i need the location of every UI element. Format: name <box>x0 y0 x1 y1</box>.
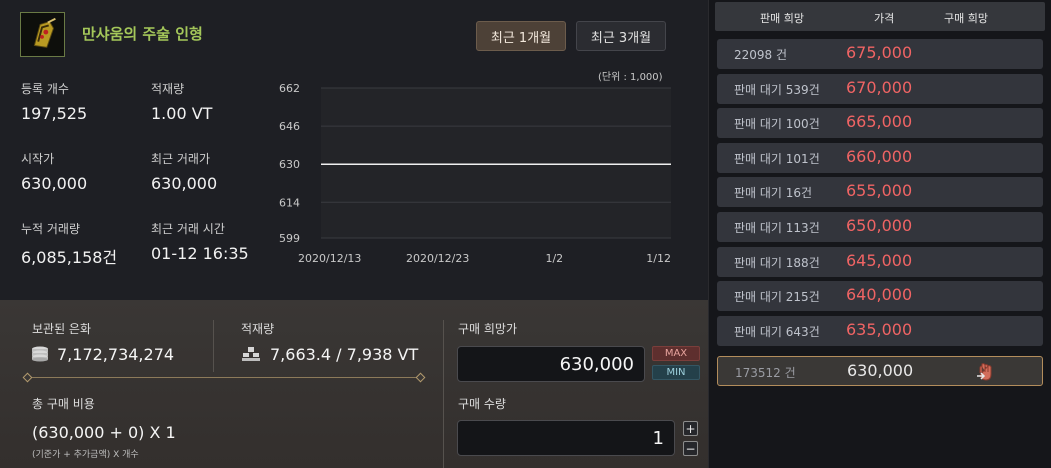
order-book-quantity: 22098 건 <box>734 48 788 62</box>
order-book-quantity: 판매 대기 16건 <box>734 186 813 201</box>
order-book-quantity: 판매 대기 113건 <box>734 221 820 235</box>
registered-count-stat: 등록 개수 197,525 <box>21 80 87 123</box>
divider <box>443 320 444 468</box>
recent-trade-price-label: 최근 거래가 <box>151 152 211 166</box>
coin-stack-icon <box>31 346 49 362</box>
order-book-row[interactable]: 판매 대기 16건 655,000 <box>717 177 1043 208</box>
recent-trade-price-stat: 최근 거래가 630,000 <box>151 150 217 193</box>
chart-y-tick-label: 646 <box>279 120 300 133</box>
registered-count-value: 197,525 <box>21 104 88 123</box>
weight-value: 1.00 VT <box>151 104 213 123</box>
sell-wish-header: 판매 희망 <box>760 12 804 25</box>
order-book-price: 665,000 <box>846 112 913 132</box>
order-book-row[interactable]: 판매 대기 188건 645,000 <box>717 246 1043 277</box>
silver-label: 보관된 은화 <box>32 322 92 336</box>
price-header: 가격 <box>874 12 895 25</box>
period-1-month-button[interactable]: 최근 1개월 <box>476 21 566 51</box>
order-book-row[interactable]: 판매 대기 215건 640,000 <box>717 281 1043 312</box>
quantity-increase-button[interactable]: + <box>683 421 698 436</box>
total-cost-value: (630,000 + 0) X 1 <box>32 423 176 442</box>
order-book-row[interactable]: 22098 건 675,000 <box>717 39 1043 69</box>
order-book-panel: 판매 희망 가격 구매 희망 22098 건 675,000 판매 대기 539건 6… <box>708 0 1051 468</box>
order-book-price: 630,000 <box>847 361 914 380</box>
recent-trade-time-stat: 최근 거래 시간 01-12 16:35 <box>151 220 249 263</box>
order-book-quantity: 판매 대기 643건 <box>734 324 820 339</box>
chart-y-tick-label: 630 <box>279 158 300 171</box>
registered-count-label: 등록 개수 <box>21 82 69 96</box>
order-book-quantity: 판매 대기 215건 <box>734 290 820 305</box>
order-book-price: 650,000 <box>846 216 913 235</box>
buy-wish-header: 구매 희망 <box>944 12 988 25</box>
diamond-ornament <box>415 372 426 383</box>
order-book-price: 660,000 <box>846 146 913 166</box>
order-book-price: 670,000 <box>846 77 913 97</box>
total-cost-formula-note: (기준가 + 추가금액) X 개수 <box>32 450 139 460</box>
start-price-value: 630,000 <box>21 174 88 193</box>
order-book-row[interactable]: 판매 대기 101건 660,000 <box>717 142 1043 173</box>
weight-stat: 적재량 1.00 VT <box>151 80 212 123</box>
chart-x-tick-label: 1/12 <box>646 252 671 265</box>
quantity-input[interactable]: 1 <box>457 420 675 456</box>
desired-price-input[interactable]: 630,000 <box>457 346 645 382</box>
order-book-price: 675,000 <box>846 43 913 62</box>
start-price-stat: 시작가 630,000 <box>21 150 87 193</box>
chart-x-tick-label: 2020/12/13 <box>298 252 361 265</box>
order-book-quantity: 판매 대기 101건 <box>734 151 820 166</box>
inventory-weight-value: 7,663.4 / 7,938 VT <box>270 345 419 364</box>
divider <box>213 320 214 372</box>
period-3-month-button[interactable]: 최근 3개월 <box>576 21 666 51</box>
total-volume-value: 6,085,158건 <box>21 248 118 267</box>
order-book-price: 640,000 <box>846 285 913 305</box>
price-info-panel: 만샤움의 주술 인형 최근 1개월 최근 3개월 등록 개수 197,525 적… <box>0 0 708 300</box>
price-chart: 662 646 630 614 599 2020/12/13 2020/12/23 1/2 1/… <box>279 82 671 265</box>
total-volume-stat: 누적 거래량 6,085,158건 <box>21 220 117 268</box>
quantity-label: 구매 수량 <box>458 397 506 411</box>
buy-hand-icon[interactable] <box>975 361 997 383</box>
chart-x-tick-label: 1/2 <box>545 252 563 265</box>
order-book-price: 635,000 <box>846 319 913 339</box>
order-book-quantity: 판매 대기 100건 <box>734 117 820 132</box>
chart-x-tick-label: 2020/12/23 <box>406 252 469 265</box>
order-book-row[interactable]: 판매 대기 100건 665,000 <box>717 108 1043 139</box>
chart-y-tick-label: 599 <box>279 232 300 245</box>
order-book-quantity: 판매 대기 188건 <box>734 255 820 270</box>
recent-trade-time-value: 01-12 16:35 <box>151 244 249 263</box>
quantity-decrease-button[interactable]: − <box>683 441 698 456</box>
silver-value: 7,172,734,274 <box>57 345 175 364</box>
total-volume-label: 누적 거래량 <box>21 222 81 236</box>
start-price-label: 시작가 <box>21 152 55 166</box>
order-book-header: 판매 희망 가격 구매 희망 <box>715 2 1045 31</box>
recent-trade-time-label: 최근 거래 시간 <box>151 222 225 236</box>
inventory-weight-label: 적재량 <box>241 322 275 336</box>
weight-label: 적재량 <box>151 82 185 96</box>
order-book-price: 645,000 <box>846 250 913 270</box>
order-book-quantity: 판매 대기 539건 <box>734 82 820 97</box>
chart-y-tick-label: 614 <box>279 196 300 209</box>
max-price-button[interactable]: MAX <box>652 346 700 361</box>
order-book-row-current[interactable]: 173512 건 630,000 <box>717 356 1043 386</box>
order-book-row[interactable]: 판매 대기 643건 635,000 <box>717 315 1043 346</box>
order-book-row[interactable]: 판매 대기 539건 670,000 <box>717 73 1043 104</box>
total-cost-label: 총 구매 비용 <box>32 397 95 411</box>
chart-plot-area <box>321 88 671 238</box>
weight-icon <box>241 346 261 362</box>
order-book-row[interactable]: 판매 대기 113건 650,000 <box>717 212 1043 242</box>
item-name: 만샤움의 주술 인형 <box>82 25 203 43</box>
order-book-quantity: 173512 건 <box>735 366 796 380</box>
diamond-ornament <box>22 372 33 383</box>
order-book-price: 655,000 <box>846 181 913 201</box>
recent-trade-price-value: 630,000 <box>151 174 218 193</box>
desired-price-label: 구매 희망가 <box>458 322 518 336</box>
chart-y-tick-label: 662 <box>279 82 300 95</box>
divider-line <box>28 377 420 378</box>
cursed-doll-icon <box>20 12 65 57</box>
min-price-button[interactable]: MIN <box>652 365 700 380</box>
